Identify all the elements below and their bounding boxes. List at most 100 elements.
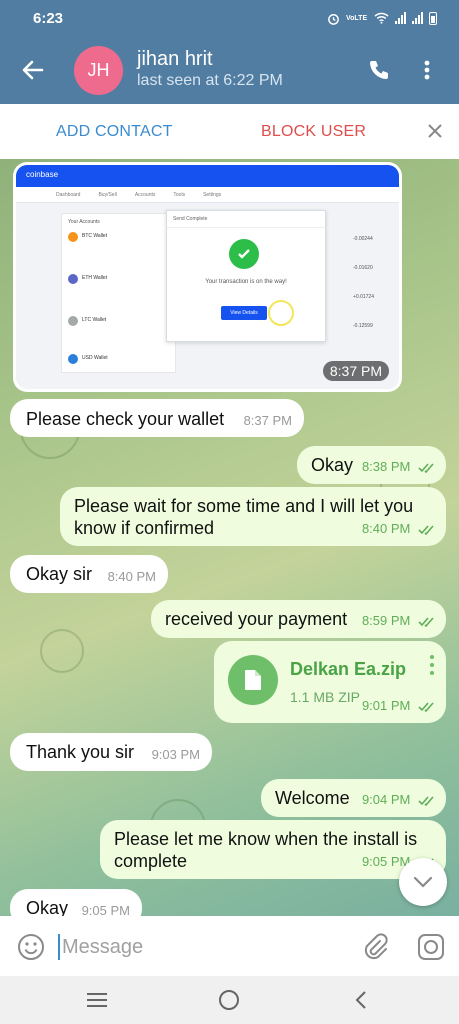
check-circle-icon (229, 239, 259, 269)
image-message[interactable]: coinbase Dashboard Buy/Sell Accounts Too… (13, 162, 402, 392)
status-bar: 6:23 VoLTE (0, 0, 459, 36)
camera-button[interactable] (416, 932, 446, 962)
status-time: 6:23 (33, 9, 64, 27)
usd-coin-icon (68, 354, 78, 364)
back-button[interactable] (0, 36, 66, 104)
wallet-name: ETH Wallet (82, 275, 108, 281)
cb-tab: Accounts (134, 192, 156, 198)
message-meta: 8:59 PM (362, 610, 436, 632)
ltc-coin-icon (68, 316, 78, 326)
wallet-name: USD Wallet (82, 355, 108, 361)
more-menu-button[interactable] (403, 46, 451, 94)
home-circle-icon (219, 990, 239, 1010)
call-button[interactable] (355, 46, 403, 94)
view-details-button: View Details (221, 306, 267, 320)
double-check-icon (418, 525, 434, 535)
add-contact-button[interactable]: ADD CONTACT (56, 123, 173, 141)
message-text: Okay sir (26, 564, 93, 584)
message-text: Okay (26, 898, 69, 916)
chat-header: JH jihan hrit last seen at 6:22 PM (0, 36, 459, 104)
chevron-left-icon (355, 991, 366, 1009)
paperclip-icon (364, 933, 388, 960)
message-bubble-incoming[interactable]: Thank you sir 9:03 PM (10, 733, 212, 771)
file-size: 1.1 MB ZIP (290, 689, 361, 705)
double-check-icon (418, 702, 434, 712)
message-bubble-incoming[interactable]: Please check your wallet 8:37 PM (10, 399, 304, 437)
message-input-bar (0, 916, 459, 976)
modal-message: Your transaction is on the way! (205, 279, 287, 285)
home-button[interactable] (214, 986, 244, 1014)
menu-lines-icon (87, 993, 107, 1007)
signal-icon-2 (412, 12, 423, 24)
wallet-screenshot: coinbase Dashboard Buy/Sell Accounts Too… (16, 165, 399, 389)
attach-button[interactable] (360, 932, 390, 962)
message-bubble-outgoing[interactable]: Please wait for some time and I will let… (60, 487, 446, 546)
signal-icon (395, 12, 406, 24)
chat-area[interactable]: coinbase Dashboard Buy/Sell Accounts Too… (0, 159, 459, 916)
message-bubble-incoming[interactable]: Okay sir 8:40 PM (10, 555, 168, 593)
message-bubble-outgoing[interactable]: received your payment 8:59 PM (151, 600, 446, 638)
message-meta: 9:04 PM (362, 789, 436, 811)
wallet-name: BTC Wallet (82, 233, 108, 239)
cb-tab: Tools (173, 192, 186, 198)
last-seen: last seen at 6:22 PM (137, 72, 283, 89)
background-doodle (40, 629, 84, 673)
message-time: 8:37 PM (243, 413, 292, 428)
smile-icon (18, 934, 44, 960)
coinbase-header: coinbase (16, 165, 399, 187)
message-bubble-outgoing[interactable]: Okay 8:38 PM (297, 446, 446, 484)
close-action-bar-button[interactable] (422, 118, 448, 144)
double-check-icon (418, 796, 434, 806)
message-bubble-outgoing[interactable]: Welcome 9:04 PM (261, 779, 446, 817)
message-text: received your payment (165, 609, 348, 629)
message-meta: 9:01 PM (362, 695, 436, 717)
recents-button[interactable] (82, 986, 112, 1014)
file-icon (245, 670, 261, 690)
message-time: 8:38 PM (361, 459, 411, 474)
file-download-button[interactable] (228, 655, 278, 705)
cursor-highlight (268, 300, 294, 326)
double-check-icon (418, 617, 434, 627)
status-icons: VoLTE (327, 11, 437, 25)
wallet-name: LTC Wallet (82, 317, 107, 323)
message-text: Thank you sir (26, 742, 135, 762)
image-time: 8:37 PM (322, 361, 389, 381)
scroll-down-button[interactable] (399, 858, 447, 906)
top-bar: 6:23 VoLTE JH jihan hrit last seen at 6:… (0, 0, 459, 104)
message-time: 9:03 PM (151, 747, 200, 762)
message-time: 9:05 PM (81, 903, 130, 916)
emoji-button[interactable] (16, 932, 46, 962)
message-text: Welcome (275, 788, 350, 808)
contact-info[interactable]: jihan hrit last seen at 6:22 PM (137, 48, 355, 92)
tx-value: -0.00244 (353, 236, 373, 242)
message-text: Okay (311, 455, 354, 475)
transaction-values: -0.00244 -0.01620 +0.01724 -0.12599 (353, 225, 393, 341)
message-time: 9:04 PM (361, 792, 411, 807)
message-time: 8:40 PM (107, 569, 156, 584)
close-icon (428, 124, 442, 138)
tx-value: -0.01620 (353, 265, 373, 271)
more-vert-icon (424, 60, 430, 80)
contact-name: jihan hrit (137, 48, 213, 70)
send-complete-modal: Send Complete Your transaction is on the… (166, 210, 326, 342)
message-time: 9:01 PM (361, 698, 411, 713)
chevron-down-icon (413, 876, 433, 888)
cb-tab: Buy/Sell (98, 192, 117, 198)
avatar[interactable]: JH (74, 45, 123, 95)
message-time: 8:59 PM (361, 613, 411, 628)
volte-label: VoLTE (346, 14, 368, 22)
file-message[interactable]: Delkan Ea.zip 1.1 MB ZIP 9:01 PM (214, 641, 446, 723)
nav-back-button[interactable] (346, 986, 376, 1014)
block-user-button[interactable]: BLOCK USER (261, 123, 366, 141)
battery-icon (429, 11, 437, 25)
file-menu-button[interactable] (428, 655, 436, 675)
message-bubble-outgoing[interactable]: Please let me know when the install is c… (100, 820, 446, 879)
accounts-panel: Your Accounts BTC Wallet ETH Wallet LTC … (61, 213, 176, 373)
alarm-icon (328, 13, 339, 25)
message-bubble-incoming[interactable]: Okay 9:05 PM (10, 889, 142, 916)
eth-coin-icon (68, 274, 78, 284)
message-input[interactable] (58, 934, 348, 960)
contact-action-bar: ADD CONTACT BLOCK USER (0, 104, 459, 159)
accounts-title: Your Accounts (68, 219, 100, 225)
tx-value: -0.12599 (353, 323, 373, 329)
